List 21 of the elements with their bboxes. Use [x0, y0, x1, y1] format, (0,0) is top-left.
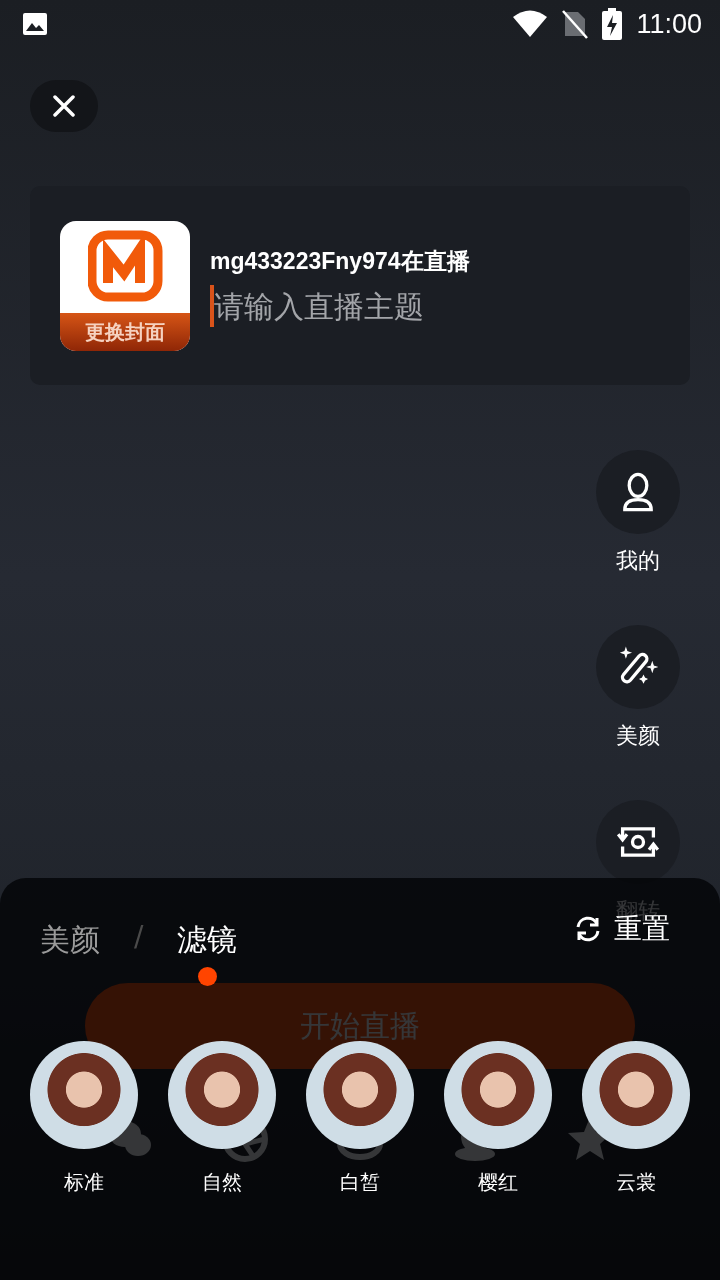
cover-button[interactable]: 更换封面 — [60, 221, 190, 351]
filter-label: 云裳 — [616, 1169, 656, 1196]
topic-input-field[interactable]: 请输入直播主题 — [210, 285, 574, 327]
wifi-icon — [512, 10, 549, 38]
tab-separator: / — [134, 920, 144, 953]
battery-charging-icon — [602, 8, 623, 40]
filter-label: 自然 — [202, 1169, 242, 1196]
stream-title: mg433223Fny974在直播 — [210, 247, 471, 276]
panel-tab[interactable]: 滤镜 — [177, 920, 238, 986]
filter-label: 白皙 — [340, 1169, 380, 1196]
image-icon — [22, 12, 48, 36]
action-label: 美颜 — [616, 722, 660, 750]
action-label: 我的 — [616, 547, 660, 575]
panel-tab[interactable]: 美颜 — [40, 920, 100, 986]
no-sim-icon — [562, 9, 589, 39]
filter-label: 樱红 — [478, 1169, 518, 1196]
close-icon — [53, 95, 75, 117]
refresh-icon — [574, 915, 602, 943]
clock-time: 11:00 — [636, 8, 702, 40]
filter-label: 标准 — [64, 1169, 104, 1196]
close-button[interactable] — [30, 80, 98, 132]
